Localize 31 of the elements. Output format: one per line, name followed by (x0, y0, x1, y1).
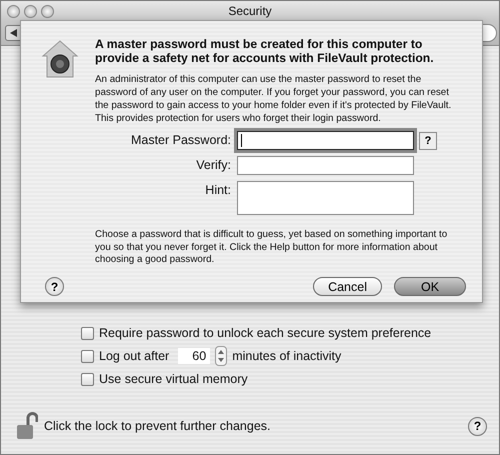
checkbox-label: Log out after (99, 349, 170, 363)
checkbox-label: Require password to unlock each secure system preference (99, 326, 432, 340)
help-button[interactable]: ? (419, 132, 437, 150)
lock-message: Click the lock to prevent further changes. (44, 419, 272, 433)
checkbox-label: Use secure virtual memory (99, 372, 248, 386)
password-field[interactable] (237, 156, 414, 175)
field-label: Hint: (204, 182, 231, 197)
open-padlock-icon[interactable] (16, 412, 38, 440)
password-field[interactable] (237, 131, 414, 150)
window-control-icon[interactable] (7, 4, 20, 18)
minutes-field[interactable]: 60 (178, 348, 210, 364)
field-label: Verify: (195, 157, 231, 172)
checkbox[interactable] (81, 326, 94, 340)
password-field[interactable] (237, 181, 414, 215)
left-arrow-icon (10, 29, 18, 37)
unit-label: minutes of inactivity (232, 349, 342, 363)
dialog-message: An administrator of this computer can use the master password to reset the password of any user on the computer. If you forget your password, you can reset the password to gain access to your home folder even if it's protected by FileVault. This provides protection for users who forget their login password. (95, 73, 452, 125)
window-title: Security (227, 4, 273, 18)
help-button[interactable]: ? (468, 416, 487, 436)
dialog-button[interactable]: Cancel (313, 277, 382, 296)
window-control-icon[interactable] (24, 4, 37, 18)
stepper-icon[interactable] (215, 346, 228, 366)
dialog-button[interactable]: OK (394, 277, 466, 296)
advice-text: Choose a password that is difficult to guess, yet based on something important to you so that you never forget it. Click the Help button for more information about choosing a good password. (95, 229, 448, 266)
dialog-heading: A master password must be created for this computer to provide a safety net for accounts with FileVault protection. (95, 37, 435, 65)
field-label: Master Password: (130, 132, 231, 147)
checkbox[interactable] (81, 350, 94, 362)
help-button[interactable]: ? (45, 277, 64, 296)
checkbox[interactable] (81, 372, 94, 386)
vault-house-icon (41, 39, 79, 79)
window-control-icon[interactable] (41, 4, 54, 18)
